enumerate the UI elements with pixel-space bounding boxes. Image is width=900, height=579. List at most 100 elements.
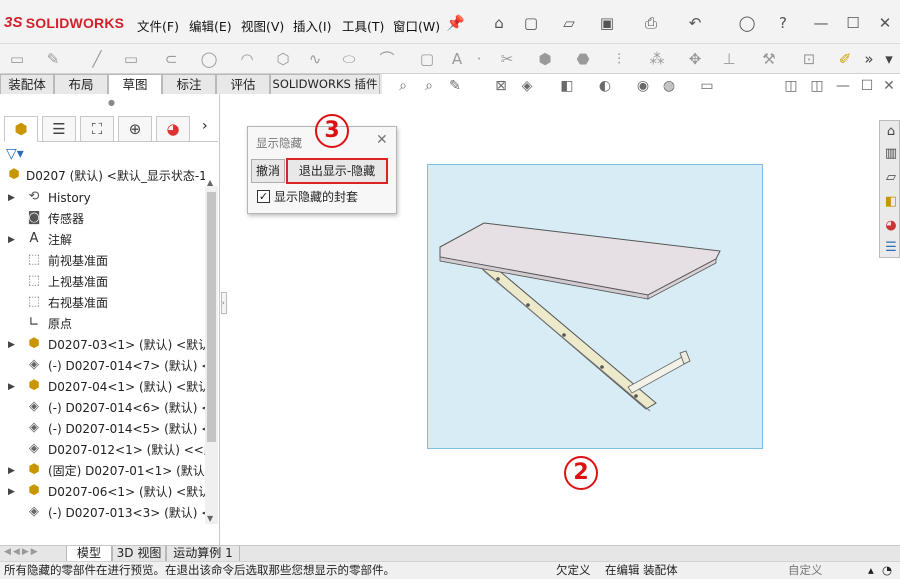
status-units-menu-icon[interactable]: ▴ (868, 562, 874, 579)
repair-sketch-icon[interactable]: ⚒ (760, 50, 778, 68)
expand-arrow-icon[interactable]: ▶ (8, 335, 15, 355)
scroll-down-icon[interactable]: ▼ (207, 514, 213, 523)
viewport-maximize-icon[interactable]: ☐ (858, 77, 876, 95)
feature-manager-tab-icon[interactable]: ⬢ (4, 116, 38, 142)
pin-icon[interactable]: 📌 (446, 14, 465, 32)
plane-tool-icon[interactable]: ▢ (418, 50, 436, 68)
scroll-up-icon[interactable]: ▲ (207, 178, 213, 187)
file-explorer-icon[interactable]: ▱ (883, 169, 899, 187)
view-settings-icon[interactable]: ▭ (698, 77, 716, 95)
design-library-icon[interactable]: ▥ (883, 145, 899, 163)
panel-collapse-handle[interactable]: › (221, 292, 227, 314)
tab-sketch[interactable]: 草图 (108, 74, 162, 94)
menu-window[interactable]: 窗口(W) (393, 16, 440, 35)
tree-item[interactable]: ▶ A 注解 (0, 230, 205, 250)
line-tool-icon[interactable]: ╱ (88, 50, 106, 68)
tree-item[interactable]: ▶ ⬢ D0207-04<1> (默认) <默认_显 (0, 377, 205, 397)
solidworks-logo[interactable]: 3S SOLIDWORKS (4, 14, 124, 31)
rapid-sketch-icon[interactable]: ✐ (836, 50, 854, 68)
close-icon[interactable]: ✕ (876, 14, 894, 32)
tree-item[interactable]: ◈ D0207-012<1> (默认) <<默认 (0, 440, 205, 460)
viewport-minimize-icon[interactable]: — (834, 77, 852, 95)
open-folder-icon[interactable]: ▱ (560, 14, 578, 32)
fillet-tool-icon[interactable]: ⌒ (378, 50, 396, 68)
dimxpert-tab-icon[interactable]: ⊕ (118, 116, 152, 142)
home-icon[interactable]: ⌂ (490, 14, 508, 32)
view-orientation-icon[interactable]: ◧ (558, 77, 576, 95)
menu-insert[interactable]: 插入(I) (293, 16, 331, 35)
edit-appearance-icon[interactable]: ◍ (660, 77, 678, 95)
mirror-entities-icon[interactable]: ⫶ (610, 50, 628, 68)
save-icon[interactable]: ▣ (598, 14, 616, 32)
tree-item[interactable]: ⬚ 上视基准面 (0, 272, 205, 292)
quick-snaps-icon[interactable]: ⊡ (800, 50, 818, 68)
tab-solidworks-addins[interactable]: SOLIDWORKS 插件 (270, 74, 380, 94)
appearances-icon[interactable]: ◕ (883, 217, 899, 235)
trim-tool-icon[interactable]: ✂ (498, 50, 516, 68)
tab-motion-study[interactable]: 运动算例 1 (166, 546, 240, 562)
slot-tool-icon[interactable]: ⊂ (162, 50, 180, 68)
move-entities-icon[interactable]: ✥ (686, 50, 704, 68)
tree-item[interactable]: ◈ (-) D0207-014<5> (默认) << (0, 419, 205, 439)
menu-view[interactable]: 视图(V) (241, 16, 284, 35)
menu-tools[interactable]: 工具(T) (342, 16, 384, 35)
tab-evaluate[interactable]: 评估 (216, 74, 270, 94)
property-manager-tab-icon[interactable]: ☰ (42, 116, 76, 142)
tree-item[interactable]: ◙ 传感器 (0, 209, 205, 229)
circle-tool-icon[interactable]: ◯ (200, 50, 218, 68)
tab-scroll-arrows-icon[interactable]: ◀◀▶▶ (4, 547, 40, 557)
tree-item[interactable]: ⬚ 右视基准面 (0, 293, 205, 313)
expand-arrow-icon[interactable]: ▶ (8, 188, 15, 208)
configuration-manager-tab-icon[interactable]: ⛶ (80, 116, 114, 142)
hide-show-items-icon[interactable]: ◉ (634, 77, 652, 95)
custom-properties-icon[interactable]: ☰ (883, 239, 899, 257)
view-palette-icon[interactable]: ◧ (883, 193, 899, 211)
tab-layout[interactable]: 布局 (54, 74, 108, 94)
text-tool-icon[interactable]: A (448, 50, 466, 68)
user-icon[interactable]: ◯ (738, 14, 756, 32)
tree-item[interactable]: ◈ (-) D0207-013<3> (默认) << (0, 503, 205, 523)
menu-file[interactable]: 文件(F) (137, 16, 179, 35)
solidworks-resources-icon[interactable]: ⌂ (883, 123, 899, 141)
tree-item[interactable]: ▶ ⟲ History (0, 188, 205, 208)
expand-arrow-icon[interactable]: ▶ (8, 461, 15, 481)
tree-item[interactable]: ▶ ⬢ (固定) D0207-01<1> (默认) < (0, 461, 205, 481)
panel-tabs-next-icon[interactable]: › (202, 118, 208, 134)
tree-item[interactable]: ▶ ⬢ D0207-06<1> (默认) <默认_显 (0, 482, 205, 502)
previous-view-icon[interactable]: ✎ (446, 77, 464, 95)
tab-model[interactable]: 模型 (66, 546, 112, 562)
ellipse-tool-icon[interactable]: ⬭ (340, 50, 358, 68)
point-tool-icon[interactable]: · (470, 50, 488, 68)
show-hidden-envelopes-checkbox[interactable]: ✓ (257, 190, 270, 203)
tree-item[interactable]: ◈ (-) D0207-014<7> (默认) << (0, 356, 205, 376)
spline-tool-icon[interactable]: ∿ (306, 50, 324, 68)
display-manager-tab-icon[interactable]: ◕ (156, 116, 190, 142)
tab-markup[interactable]: 标注 (162, 74, 216, 94)
rectangle-tool-icon[interactable]: ▭ (8, 50, 26, 68)
menu-edit[interactable]: 编辑(E) (189, 16, 232, 35)
tile-viewport-icon[interactable]: ◫ (808, 77, 826, 95)
help-icon[interactable]: ? (774, 14, 792, 32)
maximize-icon[interactable]: ☐ (844, 14, 862, 32)
display-style-icon[interactable]: ◐ (596, 77, 614, 95)
relations-icon[interactable]: ⊥ (720, 50, 738, 68)
cancel-button[interactable]: 撤消 (251, 159, 285, 183)
zoom-to-area-icon[interactable]: ⌕ (420, 77, 438, 95)
minimize-icon[interactable]: — (812, 14, 830, 32)
undo-icon[interactable]: ↶ (686, 14, 704, 32)
tree-item[interactable]: ∟ 原点 (0, 314, 205, 334)
offset-entities-icon[interactable]: ⬣ (574, 50, 592, 68)
tree-item[interactable]: ⬚ 前视基准面 (0, 251, 205, 271)
tab-3d-views[interactable]: 3D 视图 (112, 546, 166, 562)
expand-arrow-icon[interactable]: ▶ (8, 377, 15, 397)
tree-scrollbar-thumb[interactable] (207, 192, 216, 442)
dynamic-annotation-icon[interactable]: ◈ (518, 77, 536, 95)
polygon-tool-icon[interactable]: ⬡ (274, 50, 292, 68)
status-units[interactable]: 自定义 (788, 562, 823, 579)
new-document-icon[interactable]: ▢ (522, 14, 540, 32)
expand-arrow-icon[interactable]: ▶ (8, 230, 15, 250)
toolbar-options-icon[interactable]: ▾ (880, 50, 898, 68)
section-view-icon[interactable]: ⊠ (492, 77, 510, 95)
preview-viewport[interactable] (427, 164, 763, 449)
linear-pattern-icon[interactable]: ⁂ (648, 50, 666, 68)
